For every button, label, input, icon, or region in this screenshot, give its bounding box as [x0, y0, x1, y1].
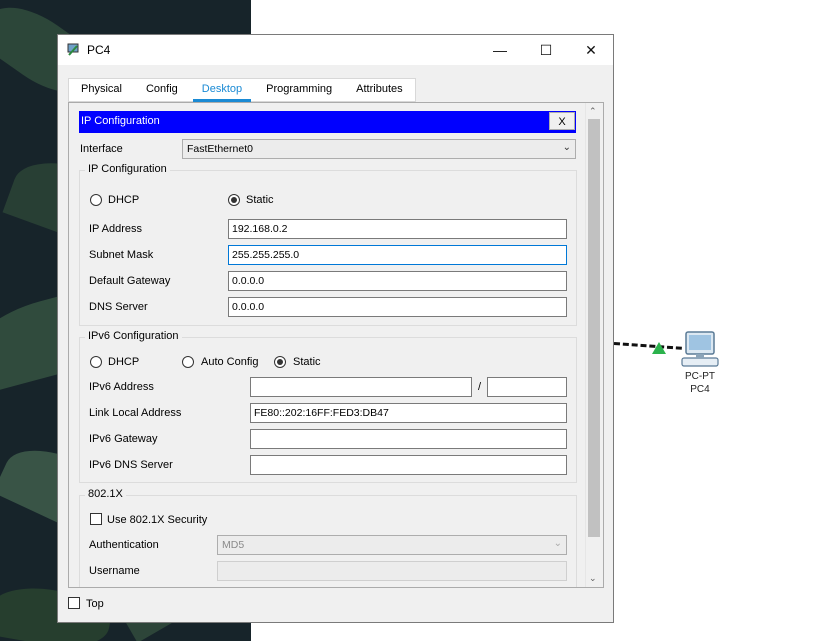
vertical-scrollbar[interactable]: ⌃ ⌄	[585, 103, 603, 587]
desktop-panel: IP Configuration X Interface FastEtherne…	[68, 102, 604, 588]
close-button[interactable]: ✕	[568, 35, 614, 65]
authentication-value: MD5	[222, 539, 245, 551]
ipv6-gateway-field[interactable]	[250, 429, 567, 449]
ipv6-dhcp-label: DHCP	[108, 356, 140, 368]
ipv6-dns-field[interactable]	[250, 455, 567, 475]
ipv6-dhcp-radio[interactable]	[90, 356, 102, 368]
ipv6-dns-label: IPv6 DNS Server	[89, 459, 173, 471]
ipv4-static-label: Static	[246, 194, 274, 206]
subnet-mask-label: Subnet Mask	[89, 249, 154, 261]
ipv6-group-title: IPv6 Configuration	[85, 330, 182, 342]
interface-select[interactable]: FastEthernet0 ⌄	[182, 139, 576, 159]
chevron-down-icon: ⌄	[562, 142, 571, 153]
default-gateway-field[interactable]: 0.0.0.0	[228, 271, 567, 291]
dns-server-field[interactable]: 0.0.0.0	[228, 297, 567, 317]
network-link[interactable]	[613, 342, 682, 350]
default-gateway-label: Default Gateway	[89, 275, 171, 287]
pc-device-icon[interactable]	[680, 330, 722, 370]
dns-server-label: DNS Server	[89, 301, 148, 313]
maximize-button[interactable]: ☐	[523, 35, 569, 65]
minimize-button[interactable]: —	[477, 35, 523, 65]
tab-bar: Physical Config Desktop Programming Attr…	[68, 78, 416, 102]
ip-address-label: IP Address	[89, 223, 142, 235]
ip-address-field[interactable]: 192.168.0.2	[228, 219, 567, 239]
window-title: PC4	[87, 43, 111, 57]
username-label: Username	[89, 565, 140, 577]
interface-value: FastEthernet0	[187, 143, 253, 155]
top-checkbox[interactable]	[68, 597, 80, 609]
maximize-icon: ☐	[539, 41, 553, 58]
device-name-label: PC4	[690, 384, 710, 395]
ipv4-dhcp-radio[interactable]	[90, 194, 102, 206]
link-local-label: Link Local Address	[89, 407, 182, 419]
dot1x-group-title: 802.1X	[85, 488, 126, 500]
subnet-mask-field[interactable]: 255.255.255.0	[228, 245, 567, 265]
authentication-label: Authentication	[89, 539, 159, 551]
ipv6-static-radio[interactable]	[274, 356, 286, 368]
chevron-down-icon: ⌄	[553, 538, 562, 549]
prefix-separator: /	[478, 381, 482, 393]
device-type-label: PC-PT	[685, 371, 715, 382]
tab-config[interactable]: Config	[134, 79, 190, 101]
ipv4-static-radio[interactable]	[228, 194, 240, 206]
ipv4-group-title: IP Configuration	[85, 163, 170, 175]
authentication-select[interactable]: MD5 ⌄	[217, 535, 567, 555]
ipv6-static-label: Static	[293, 356, 321, 368]
interface-label: Interface	[80, 143, 123, 155]
link-status-indicator	[652, 342, 666, 354]
link-local-field[interactable]: FE80::202:16FF:FED3:DB47	[250, 403, 567, 423]
ip-config-header-title: IP Configuration	[81, 115, 160, 127]
username-field[interactable]	[217, 561, 567, 581]
ip-config-close-button[interactable]: X	[549, 112, 575, 130]
title-bar[interactable]: PC4 — ☐ ✕	[58, 35, 613, 65]
ipv6-address-field[interactable]	[250, 377, 472, 397]
tab-desktop[interactable]: Desktop	[190, 79, 254, 102]
minimize-icon: —	[493, 42, 507, 58]
use-8021x-checkbox[interactable]	[90, 513, 102, 525]
ip-config-header: IP Configuration X	[79, 111, 576, 133]
ipv6-auto-config-radio[interactable]	[182, 356, 194, 368]
ipv6-prefix-field[interactable]	[487, 377, 567, 397]
tab-attributes[interactable]: Attributes	[344, 79, 414, 101]
use-8021x-label: Use 802.1X Security	[107, 514, 208, 526]
tab-programming[interactable]: Programming	[254, 79, 344, 101]
scrollbar-thumb[interactable]	[588, 119, 600, 537]
ip-configuration-content: IP Configuration X Interface FastEtherne…	[69, 103, 585, 587]
ipv6-auto-config-label: Auto Config	[201, 356, 259, 368]
scroll-up-icon[interactable]: ⌃	[589, 106, 597, 117]
ipv4-dhcp-label: DHCP	[108, 194, 140, 206]
ipv6-address-label: IPv6 Address	[89, 381, 154, 393]
top-checkbox-label: Top	[86, 598, 104, 610]
close-icon: ✕	[585, 41, 597, 58]
app-icon	[67, 43, 79, 56]
pc4-window: PC4 — ☐ ✕ Physical Config Desktop Progra…	[57, 34, 614, 623]
scroll-down-icon[interactable]: ⌄	[589, 573, 597, 584]
ipv6-gateway-label: IPv6 Gateway	[89, 433, 158, 445]
tab-physical[interactable]: Physical	[69, 79, 134, 101]
